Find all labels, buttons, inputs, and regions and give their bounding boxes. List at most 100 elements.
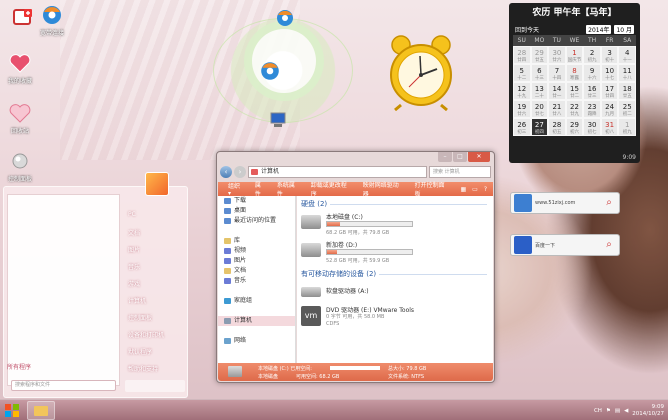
start-menu-item[interactable]: 默认程序 <box>128 347 152 356</box>
taskbar-explorer-button[interactable] <box>27 401 55 420</box>
calendar-day[interactable]: 30 廿六 <box>548 46 566 64</box>
calendar-day[interactable]: 9 十六 <box>583 64 601 82</box>
nav-item[interactable]: 最近访问的位置 <box>218 216 295 226</box>
nav-item[interactable]: 音乐 <box>218 276 295 286</box>
calendar-day[interactable]: 6 十三 <box>530 64 549 82</box>
nav-item[interactable]: 桌面 <box>218 206 295 216</box>
calendar-day[interactable]: 15 廿二 <box>565 82 584 100</box>
start-menu-item[interactable]: 计算机 <box>128 296 146 305</box>
nav-item[interactable]: 家庭组 <box>218 296 295 306</box>
calendar-day[interactable]: 22 廿九 <box>565 100 584 118</box>
back-button[interactable]: ‹ <box>220 166 232 178</box>
calendar-day[interactable]: 12 十九 <box>513 82 531 100</box>
shutdown-button[interactable] <box>125 380 185 392</box>
all-programs-link[interactable]: 所有程序 <box>7 362 31 371</box>
help-icon[interactable]: ? <box>484 186 487 193</box>
desktop-icon-broadband[interactable]: 宽带连接 <box>32 4 72 37</box>
calendar-day[interactable]: 28 廿四 <box>513 46 531 64</box>
nav-item[interactable]: 文档 <box>218 266 295 276</box>
ring-ie-icon-center[interactable] <box>259 60 281 84</box>
calendar-day[interactable]: 1 国庆节 <box>565 46 584 64</box>
calendar-day[interactable]: 18 廿五 <box>618 82 636 100</box>
start-menu-item[interactable]: 设备和打印机 <box>128 330 164 339</box>
section-hard-disks[interactable]: 硬盘 (2) <box>297 198 493 210</box>
start-menu-item[interactable]: 文档 <box>128 228 140 237</box>
forward-button[interactable]: › <box>234 166 246 178</box>
close-button[interactable]: ✕ <box>468 152 490 162</box>
calendar-day[interactable]: 23 霜降 <box>583 100 601 118</box>
calendar-day[interactable]: 7 十四 <box>548 64 566 82</box>
nav-item[interactable]: 网络 <box>218 336 295 346</box>
calendar-day[interactable]: 21 廿八 <box>548 100 566 118</box>
start-menu-item[interactable]: 帮助和支持 <box>128 364 158 373</box>
baidu-go-icon[interactable]: ⌕ <box>601 237 617 253</box>
dvd-drive[interactable]: vm DVD 驱动器 (E:) VMware Tools 0 字节 可用，共 5… <box>301 305 441 337</box>
calendar-day[interactable]: 20 廿七 <box>530 100 549 118</box>
preview-pane-icon[interactable]: ▭ <box>472 186 478 193</box>
calendar-day[interactable]: 14 廿一 <box>548 82 566 100</box>
calendar-day[interactable]: 10 十七 <box>600 64 619 82</box>
calendar-day[interactable]: 30 初七 <box>583 118 601 136</box>
calendar-day[interactable]: 8 寒露 <box>565 64 584 82</box>
drive-d[interactable]: 新加卷 (D:) 52.8 GB 可用，共 59.9 GB <box>301 240 413 266</box>
calendar-day[interactable]: 28 初五 <box>548 118 566 136</box>
section-removable[interactable]: 有可移动存储的设备 (2) <box>297 268 493 280</box>
start-search-input[interactable]: 搜索程序和文件 <box>11 380 116 391</box>
day-number: 10 <box>605 67 615 75</box>
maximize-button[interactable]: □ <box>453 152 467 162</box>
nav-item[interactable]: 库 <box>218 236 295 246</box>
calendar-day[interactable]: 13 二十 <box>530 82 549 100</box>
user-avatar[interactable] <box>145 172 169 196</box>
language-indicator[interactable]: CH <box>594 408 602 414</box>
nav-item[interactable]: 图片 <box>218 256 295 266</box>
view-options-icon[interactable]: ▦ <box>460 186 466 193</box>
start-menu-item[interactable]: 音乐 <box>128 262 140 271</box>
nav-item[interactable]: 计算机 <box>218 316 295 326</box>
tray-volume-icon[interactable]: ◀ <box>624 408 628 414</box>
calendar-day[interactable]: 25 初二 <box>618 100 636 118</box>
calendar-day[interactable]: 17 廿四 <box>600 82 619 100</box>
nav-item[interactable]: 下载 <box>218 196 295 206</box>
year-select[interactable]: 2014年 <box>586 24 612 34</box>
floppy-drive[interactable]: 软盘驱动器 (A:) <box>301 284 413 300</box>
calendar-day[interactable]: 24 九月 <box>600 100 619 118</box>
calendar-day[interactable]: 11 十八 <box>618 64 636 82</box>
tray-network-icon[interactable]: ▤ <box>615 408 620 414</box>
calendar-day[interactable]: 29 初六 <box>565 118 584 136</box>
taskbar-clock[interactable]: 9:09 2014/10/27 <box>632 404 664 418</box>
back-to-today-link[interactable]: 回到今天 <box>515 25 539 34</box>
calendar-day[interactable]: 4 十一 <box>618 46 636 64</box>
start-menu-item[interactable]: 图片 <box>128 245 140 254</box>
ring-ie-icon-top[interactable] <box>275 8 295 30</box>
start-menu-item[interactable]: 控制面板 <box>128 313 152 322</box>
start-menu-item[interactable]: PC <box>128 211 136 218</box>
start-menu-item[interactable]: 游戏 <box>128 279 140 288</box>
navigation-pane: 下载 桌面 最近访问的位置库视频 图片 文档 音乐家庭组计算机网络 <box>218 196 296 366</box>
month-select[interactable]: 10 月 <box>614 24 634 34</box>
calendar-day[interactable]: 1 初九 <box>618 118 636 136</box>
calendar-day[interactable]: 31 初八 <box>600 118 619 136</box>
calendar-day[interactable]: 26 初三 <box>513 118 531 136</box>
calendar-day[interactable]: 16 廿三 <box>583 82 601 100</box>
minimize-button[interactable]: – <box>438 152 452 162</box>
calendar-day[interactable]: 27 初四 <box>530 118 549 136</box>
calendar-day[interactable]: 3 初十 <box>600 46 619 64</box>
ring-computer-icon[interactable] <box>268 112 288 130</box>
nav-item[interactable]: 视频 <box>218 246 295 256</box>
calendar-day[interactable]: 2 初九 <box>583 46 601 64</box>
desktop-icon-recycle-bin[interactable]: 回收站 <box>0 102 40 135</box>
calendar-day[interactable]: 29 廿五 <box>530 46 549 64</box>
tray-flag-icon[interactable]: ⚑ <box>606 408 611 414</box>
search-go-icon[interactable]: ⌕ <box>601 195 617 211</box>
web-search-input[interactable]: www.51zixj.com <box>535 200 601 206</box>
desktop-icon-favorites[interactable]: 我的收藏 <box>0 52 40 85</box>
calendar-day[interactable]: 19 廿六 <box>513 100 531 118</box>
drive-c[interactable]: 本地磁盘 (C:) 68.2 GB 可用，共 79.8 GB <box>301 212 413 238</box>
baidu-search-input[interactable]: 百度一下 <box>535 242 601 249</box>
start-button[interactable] <box>3 402 21 419</box>
calendar-day[interactable]: 5 十二 <box>513 64 531 82</box>
address-bar[interactable]: 计算机 <box>248 166 427 178</box>
desktop-icon-control-panel[interactable]: 控制面板 <box>0 150 40 183</box>
command-bar-button[interactable]: 组织 ▾ <box>228 181 245 197</box>
explorer-search-input[interactable]: 搜索 计算机 <box>429 166 491 178</box>
